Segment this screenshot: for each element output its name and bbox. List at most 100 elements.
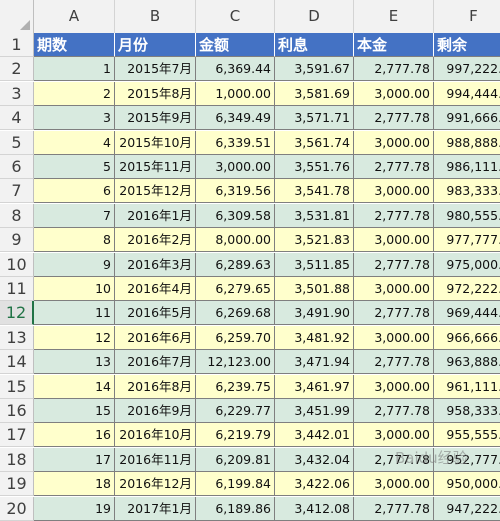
table-cell[interactable]: 15 xyxy=(34,399,115,423)
row-header-10[interactable]: 10 xyxy=(0,252,34,277)
table-cell[interactable]: 3,432.04 xyxy=(275,447,354,472)
table-cell[interactable]: 2,777.78 xyxy=(354,203,434,228)
table-cell[interactable]: 3,541.78 xyxy=(275,179,354,204)
table-cell[interactable]: 2015年8月 xyxy=(115,81,196,106)
table-cell[interactable]: 2,777.78 xyxy=(354,252,434,277)
table-cell[interactable]: 988,888.8 xyxy=(434,130,500,155)
row-header-11[interactable]: 11 xyxy=(0,277,34,301)
table-cell[interactable]: 6,199.84 xyxy=(196,472,275,497)
table-cell[interactable]: 6,219.79 xyxy=(196,423,275,448)
row-header-6[interactable]: 6 xyxy=(0,155,34,179)
table-cell[interactable]: 2016年5月 xyxy=(115,301,196,326)
table-cell[interactable]: 6,229.77 xyxy=(196,399,275,423)
table-cell[interactable]: 3,501.88 xyxy=(275,277,354,301)
table-cell[interactable]: 2,777.78 xyxy=(354,350,434,375)
table-cell[interactable]: 3,511.85 xyxy=(275,252,354,277)
table-cell[interactable]: 6,369.44 xyxy=(196,57,275,82)
table-cell[interactable]: 1,000.00 xyxy=(196,81,275,106)
table-cell[interactable]: 7 xyxy=(34,203,115,228)
table-cell[interactable]: 6,259.70 xyxy=(196,325,275,350)
table-cell[interactable]: 6,209.81 xyxy=(196,447,275,472)
table-cell[interactable]: 6 xyxy=(34,179,115,204)
row-header-2[interactable]: 2 xyxy=(0,57,34,82)
table-cell[interactable]: 2016年7月 xyxy=(115,350,196,375)
table-cell[interactable]: 2,777.78 xyxy=(354,57,434,82)
table-cell[interactable]: 2,777.78 xyxy=(354,447,434,472)
table-cell[interactable]: 2016年11月 xyxy=(115,447,196,472)
table-cell[interactable]: 12,123.00 xyxy=(196,350,275,375)
table-cell[interactable]: 2016年10月 xyxy=(115,423,196,448)
table-cell[interactable]: 986,111.1 xyxy=(434,155,500,179)
table-cell[interactable]: 2015年12月 xyxy=(115,179,196,204)
table-cell[interactable]: 13 xyxy=(34,350,115,375)
table-cell[interactable]: 2016年6月 xyxy=(115,325,196,350)
table-cell[interactable]: 6,339.51 xyxy=(196,130,275,155)
table-cell[interactable]: 3,422.06 xyxy=(275,472,354,497)
table-cell[interactable]: 19 xyxy=(34,496,115,521)
table-cell[interactable]: 3,442.01 xyxy=(275,423,354,448)
table-cell[interactable]: 969,444.4 xyxy=(434,301,500,326)
table-cell[interactable]: 947,222.2 xyxy=(434,496,500,521)
table-cell[interactable]: 991,666.6 xyxy=(434,106,500,131)
table-cell[interactable]: 3,000.00 xyxy=(354,472,434,497)
table-header-cell[interactable]: 月份 xyxy=(115,33,196,57)
table-cell[interactable]: 6,279.65 xyxy=(196,277,275,301)
table-cell[interactable]: 3,412.08 xyxy=(275,496,354,521)
row-header-17[interactable]: 17 xyxy=(0,423,34,448)
table-cell[interactable]: 3,521.83 xyxy=(275,228,354,253)
table-cell[interactable]: 3,000.00 xyxy=(354,179,434,204)
table-cell[interactable]: 2,777.78 xyxy=(354,399,434,423)
column-header-b[interactable]: B xyxy=(115,0,196,33)
table-cell[interactable]: 2016年1月 xyxy=(115,203,196,228)
table-cell[interactable]: 961,111.1 xyxy=(434,374,500,399)
table-cell[interactable]: 3,531.81 xyxy=(275,203,354,228)
table-cell[interactable]: 3 xyxy=(34,106,115,131)
table-cell[interactable]: 2016年4月 xyxy=(115,277,196,301)
table-cell[interactable]: 3,000.00 xyxy=(354,277,434,301)
table-header-cell[interactable]: 期数 xyxy=(34,33,115,57)
table-cell[interactable]: 4 xyxy=(34,130,115,155)
table-cell[interactable]: 3,491.90 xyxy=(275,301,354,326)
table-header-cell[interactable]: 金额 xyxy=(196,33,275,57)
table-cell[interactable]: 3,000.00 xyxy=(354,374,434,399)
table-cell[interactable]: 983,333.3 xyxy=(434,179,500,204)
row-header-16[interactable]: 16 xyxy=(0,399,34,423)
table-cell[interactable]: 955,555.5 xyxy=(434,423,500,448)
column-header-c[interactable]: C xyxy=(196,0,275,33)
row-header-19[interactable]: 19 xyxy=(0,472,34,497)
table-cell[interactable]: 1 xyxy=(34,57,115,82)
table-cell[interactable]: 3,000.00 xyxy=(354,81,434,106)
row-header-1[interactable]: 1 xyxy=(0,33,34,57)
table-cell[interactable]: 11 xyxy=(34,301,115,326)
table-cell[interactable]: 952,777.7 xyxy=(434,447,500,472)
table-cell[interactable]: 8,000.00 xyxy=(196,228,275,253)
table-cell[interactable]: 3,571.71 xyxy=(275,106,354,131)
table-cell[interactable]: 6,289.63 xyxy=(196,252,275,277)
column-header-e[interactable]: E xyxy=(354,0,434,33)
table-cell[interactable]: 3,591.67 xyxy=(275,57,354,82)
table-cell[interactable]: 2 xyxy=(34,81,115,106)
row-header-18[interactable]: 18 xyxy=(0,447,34,472)
row-header-13[interactable]: 13 xyxy=(0,325,34,350)
table-cell[interactable]: 16 xyxy=(34,423,115,448)
row-header-5[interactable]: 5 xyxy=(0,130,34,155)
row-header-8[interactable]: 8 xyxy=(0,203,34,228)
table-cell[interactable]: 2016年12月 xyxy=(115,472,196,497)
table-cell[interactable]: 2016年9月 xyxy=(115,399,196,423)
table-cell[interactable]: 6,319.56 xyxy=(196,179,275,204)
table-cell[interactable]: 3,561.74 xyxy=(275,130,354,155)
table-cell[interactable]: 3,000.00 xyxy=(354,423,434,448)
select-all-corner[interactable] xyxy=(0,0,34,33)
table-cell[interactable]: 966,666.6 xyxy=(434,325,500,350)
table-cell[interactable]: 950,000.0 xyxy=(434,472,500,497)
table-cell[interactable]: 3,461.97 xyxy=(275,374,354,399)
table-cell[interactable]: 2015年10月 xyxy=(115,130,196,155)
table-cell[interactable]: 6,309.58 xyxy=(196,203,275,228)
row-header-4[interactable]: 4 xyxy=(0,106,34,131)
table-cell[interactable]: 994,444.4 xyxy=(434,81,500,106)
row-header-15[interactable]: 15 xyxy=(0,374,34,399)
table-cell[interactable]: 3,551.76 xyxy=(275,155,354,179)
table-cell[interactable]: 10 xyxy=(34,277,115,301)
table-cell[interactable]: 2017年1月 xyxy=(115,496,196,521)
table-cell[interactable]: 2,777.78 xyxy=(354,496,434,521)
